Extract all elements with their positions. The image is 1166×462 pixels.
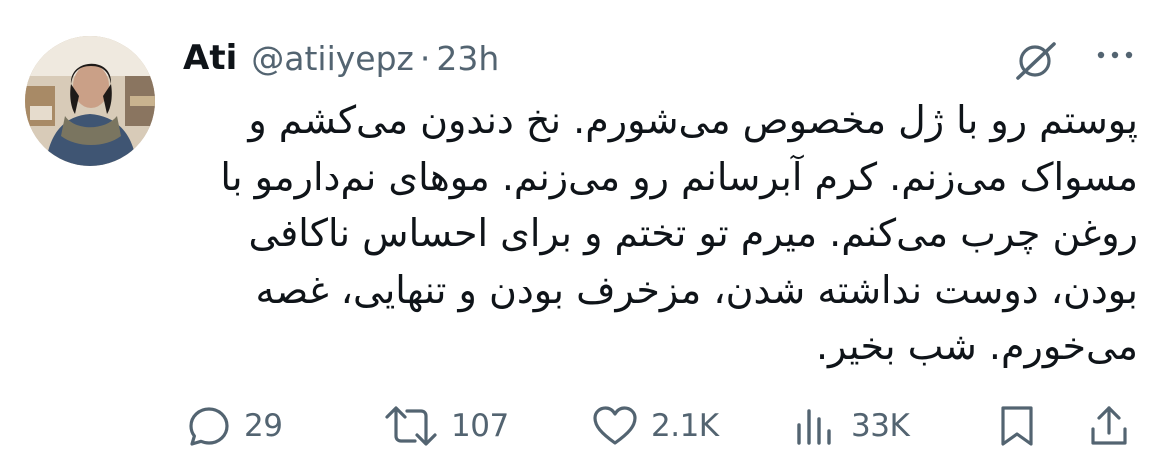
more-dots-icon[interactable] [1093, 45, 1137, 65]
heart-icon [593, 406, 637, 445]
like-count: 2.1K [651, 408, 719, 444]
timestamp[interactable]: 23h [436, 39, 499, 78]
share-button[interactable] [1087, 398, 1131, 454]
views-bars-icon [797, 409, 831, 445]
retweet-icon [385, 406, 437, 446]
reply-bubble-icon [189, 407, 229, 446]
author-handle[interactable]: @atiiyepz [251, 39, 414, 78]
retweet-button[interactable]: 107 [383, 398, 509, 454]
bookmark-button[interactable] [997, 398, 1037, 454]
author-name[interactable]: Ati [183, 38, 237, 78]
tweet-header: Ati @atiiyepz · 23h [183, 30, 499, 86]
views-button[interactable]: 33K [793, 398, 910, 454]
tweet-text: پوستم رو با ژل مخصوص می‌شورم. نخ دندون م… [220, 98, 1138, 368]
grok-icon[interactable] [1010, 37, 1062, 83]
reply-button[interactable]: 29 [186, 398, 283, 454]
separator-dot: · [419, 38, 431, 78]
like-button[interactable]: 2.1K [591, 398, 719, 454]
avatar[interactable] [25, 36, 155, 166]
bookmark-icon [1001, 406, 1033, 446]
share-icon [1091, 406, 1127, 445]
views-count: 33K [851, 408, 910, 444]
retweet-count: 107 [451, 408, 509, 444]
action-bar: 29 107 2.1K 33K [0, 398, 1166, 454]
reply-count: 29 [244, 408, 283, 444]
